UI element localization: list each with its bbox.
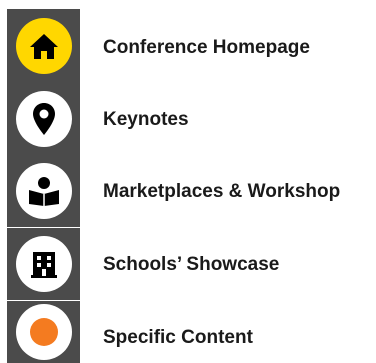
home-icon[interactable] <box>15 18 72 74</box>
legend-item-schools-showcase[interactable]: Schools’ Showcase <box>0 228 376 301</box>
legend-item-label: Specific Content <box>103 326 253 348</box>
navigation-legend: Conference Homepage Keynotes Marketplace… <box>0 0 376 363</box>
icon-tile <box>7 301 80 363</box>
icon-tile <box>7 155 80 227</box>
legend-item-specific-content[interactable]: Specific Content <box>0 301 376 363</box>
building-icon[interactable] <box>15 236 72 292</box>
legend-item-keynotes[interactable]: Keynotes <box>0 83 376 156</box>
legend-item-conference-homepage[interactable]: Conference Homepage <box>0 3 376 83</box>
icon-tile <box>7 228 80 300</box>
legend-item-marketplaces-workshop[interactable]: Marketplaces & Workshop <box>0 155 376 228</box>
reader-book-icon[interactable] <box>15 163 72 219</box>
legend-item-label: Conference Homepage <box>103 37 310 58</box>
legend-item-label: Marketplaces & Workshop <box>103 180 341 202</box>
map-pin-icon[interactable] <box>15 91 72 147</box>
legend-item-label: Keynotes <box>103 108 189 130</box>
orange-dot-icon[interactable] <box>15 304 72 360</box>
icon-tile <box>7 83 80 155</box>
legend-item-label: Schools’ Showcase <box>103 253 280 275</box>
icon-tile <box>7 9 80 83</box>
